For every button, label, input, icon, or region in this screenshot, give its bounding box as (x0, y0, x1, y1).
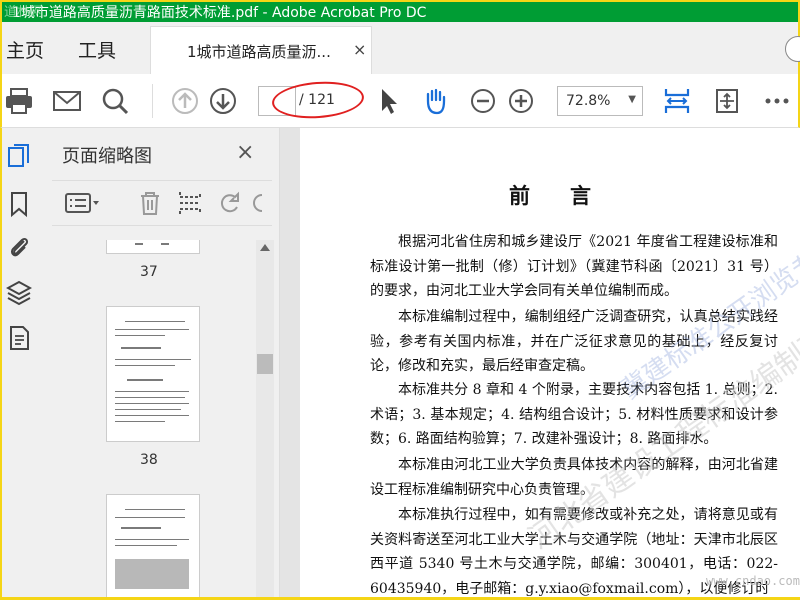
insert-page-icon[interactable] (176, 189, 204, 217)
window-title: 1城市道路高质量沥青路面技术标准.pdf - Adobe Acrobat Pro… (12, 5, 427, 21)
select-cursor-icon[interactable] (374, 86, 404, 116)
search-icon[interactable] (100, 86, 130, 116)
document-tab-label: 1城市道路高质量沥... (187, 43, 331, 61)
page-number-input[interactable] (258, 86, 296, 116)
scroll-up-arrow[interactable] (260, 244, 270, 251)
delete-page-icon[interactable] (136, 189, 164, 217)
full-screen-icon[interactable] (712, 86, 742, 116)
paragraph: 本标准共分 8 章和 4 个附录，主要技术内容包括 1. 总则；2. 术语；3.… (370, 382, 778, 448)
page-total: / 121 (299, 92, 335, 108)
page-thumbnail-label: 38 (140, 452, 158, 468)
panel-title: 页面缩略图 (62, 146, 152, 167)
more-options-icon[interactable] (762, 86, 792, 116)
tab-document[interactable]: 1城市道路高质量沥... × (150, 26, 372, 74)
site-watermark: www.cndao.com (706, 574, 800, 588)
navigation-rail (0, 128, 40, 600)
next-page-icon[interactable] (208, 86, 238, 116)
tab-tools[interactable]: 工具 (78, 36, 116, 63)
layers-icon[interactable] (5, 278, 33, 306)
fit-width-icon[interactable] (662, 86, 692, 116)
document-page: 前言 根据河北省住房和城乡建设厅《2021 年度省工程建设标准和标准设计第一批制… (300, 128, 800, 600)
print-icon[interactable] (4, 86, 34, 116)
page-thumbnail-label: 37 (140, 264, 158, 280)
paragraph: 根据河北省住房和城乡建设厅《2021 年度省工程建设标准和标准设计第一批制（修）… (370, 234, 778, 300)
close-panel-button[interactable]: × (236, 140, 254, 165)
paragraph: 本标准编制过程中，编制组经广泛调查研究，认真总结实践经验，参考有关国内标准，并在… (370, 309, 778, 375)
thumbnail-options-icon[interactable] (64, 189, 102, 217)
previous-page-icon[interactable] (170, 86, 200, 116)
tab-bar: 主页 工具 1城市道路高质量沥... × (0, 22, 800, 74)
close-tab-button[interactable]: × (353, 40, 366, 59)
email-icon[interactable] (52, 86, 82, 116)
scroll-thumb[interactable] (257, 354, 273, 374)
attachments-icon[interactable] (6, 232, 32, 260)
thumbnail-scrollbar[interactable] (256, 240, 274, 600)
bookmarks-icon[interactable] (6, 190, 32, 218)
rotate-page-icon[interactable] (216, 189, 244, 217)
zoom-value: 72.8% (566, 93, 611, 109)
rotate-clockwise-icon[interactable] (252, 189, 266, 217)
zoom-select[interactable]: 72.8% ▼ (557, 86, 643, 116)
document-heading: 前言 (509, 183, 631, 208)
chevron-down-icon: ▼ (628, 94, 636, 105)
page-thumbnails-icon[interactable] (6, 142, 32, 170)
page-thumbnails-panel: 页面缩略图 × 37 38 (40, 128, 280, 600)
help-icon[interactable] (785, 36, 800, 62)
toolbar-divider (152, 84, 153, 118)
zoom-out-icon[interactable] (468, 86, 498, 116)
window-titlebar: 道林网 1城市道路高质量沥青路面技术标准.pdf - Adobe Acrobat… (0, 0, 800, 22)
hand-tool-icon[interactable] (420, 86, 450, 116)
panel-toolbar (52, 180, 272, 226)
page-info-icon[interactable] (6, 324, 32, 352)
document-viewer: 前言 根据河北省住房和城乡建设厅《2021 年度省工程建设标准和标准设计第一批制… (280, 128, 800, 600)
page-thumbnail[interactable] (106, 494, 200, 600)
main-toolbar: / 121 72.8% ▼ (0, 74, 800, 128)
paragraph: 本标准由河北工业大学负责具体技术内容的解释，由河北省建设工程标准编制研究中心负责… (370, 457, 778, 498)
site-watermark: 道林网 (4, 5, 44, 20)
zoom-in-icon[interactable] (506, 86, 536, 116)
tab-home[interactable]: 主页 (6, 36, 44, 63)
page-thumbnail[interactable] (106, 240, 200, 254)
thumbnail-list: 37 38 (52, 240, 268, 600)
page-thumbnail[interactable] (106, 306, 200, 442)
